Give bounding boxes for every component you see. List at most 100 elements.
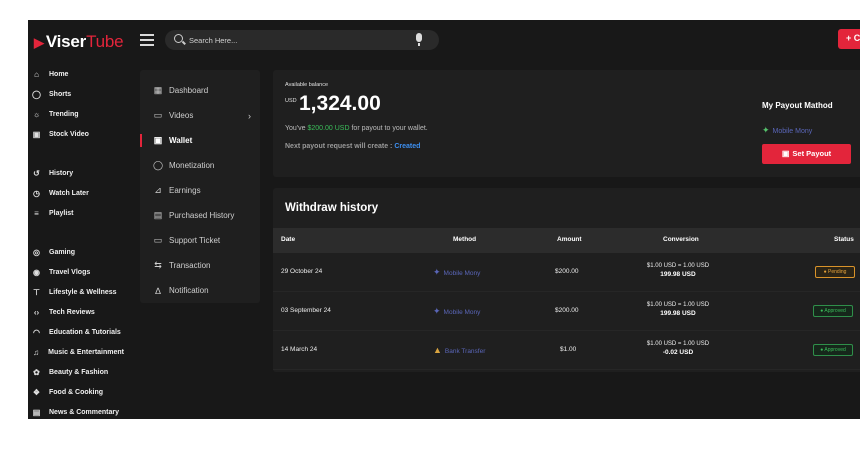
travel-icon: ◉ <box>33 267 40 277</box>
withdraw-history-title: Withdraw history <box>285 202 379 214</box>
payout-icon: ▣ <box>781 149 790 158</box>
submenu-item-notification[interactable]: ∆ Notification <box>140 278 260 303</box>
sidebar-item-beauty[interactable]: ✿ Beauty & Fashion <box>28 362 124 382</box>
shorts-icon: ◯ <box>32 89 41 99</box>
main-sidebar: ⌂ Home ◯ Shorts ☼ Trending ▣ Stock Video ↺ Hi… <box>28 64 124 419</box>
gaming-icon: ◎ <box>33 247 40 257</box>
sidebar-item-history[interactable]: ↺ History <box>28 163 124 183</box>
sidebar-item-label: News & Commentary <box>49 408 120 416</box>
payout-note-suffix: for payout to your wallet. <box>349 125 428 132</box>
submenu-item-earnings[interactable]: ⊿ Earnings <box>140 178 260 203</box>
sidebar-item-label: Watch Later <box>49 189 89 197</box>
table-row: 14 March 24 ▲ Bank Transfer $1.00 $1.00 U… <box>273 331 860 370</box>
balance-label: Available balance <box>285 82 329 88</box>
withdraw-history-card: Withdraw history Date Method Amount Conv… <box>273 188 860 372</box>
sidebar-item-gaming[interactable]: ◎ Gaming <box>28 242 124 262</box>
conversion-rate: $1.00 USD = 1.00 USD <box>646 341 710 347</box>
brand-logo[interactable]: ▶ ViserTube <box>34 32 124 52</box>
payout-note-prefix: You've <box>285 125 308 132</box>
submenu-item-wallet[interactable]: ▣ Wallet <box>140 128 260 153</box>
sidebar-item-education[interactable]: ◠ Education & Tutorials <box>28 322 124 342</box>
sidebar-item-lifestyle[interactable]: ⊤ Lifestyle & Wellness <box>28 282 124 302</box>
table-row: 29 October 24 ✦ Mobile Mony $200.00 $1.00… <box>273 253 860 292</box>
submenu-item-monetization[interactable]: ◯ Monetization <box>140 153 260 178</box>
table-row: 03 September 24 ✦ Mobile Mony $200.00 $1.… <box>273 292 860 331</box>
create-button[interactable]: + C <box>838 29 860 49</box>
sidebar-item-food[interactable]: ❖ Food & Cooking <box>28 382 124 402</box>
monetization-icon: ◯ <box>153 160 164 170</box>
table-header: Date Method Amount Conversion Status <box>273 228 860 253</box>
row-amount: $200.00 <box>555 307 579 314</box>
conversion-rate: $1.00 USD = 1.00 USD <box>646 302 710 308</box>
submenu-item-label: Transaction <box>169 261 211 270</box>
conversion-rate: $1.00 USD = 1.00 USD <box>646 263 710 269</box>
purchased-icon: ▤ <box>153 210 163 220</box>
row-date: 29 October 24 <box>281 268 323 275</box>
sidebar-item-news[interactable]: ▤ News & Commentary <box>28 402 124 419</box>
mobile-money-icon: ✦ <box>433 267 441 277</box>
column-header-conversion: Conversion <box>663 236 699 243</box>
submenu-item-label: Support Ticket <box>169 236 221 245</box>
status-badge: ● Approved <box>813 305 853 317</box>
earnings-icon: ⊿ <box>154 185 162 195</box>
row-method-label: Bank Transfer <box>444 348 486 355</box>
news-icon: ▤ <box>32 407 41 417</box>
payout-method-value: ✦ Mobile Mony <box>762 125 812 136</box>
submenu-item-label: Videos <box>169 111 194 120</box>
sidebar-item-home[interactable]: ⌂ Home <box>28 64 124 84</box>
row-date: 14 March 24 <box>281 346 318 353</box>
next-payout-label: Next payout request will create : <box>285 143 395 150</box>
sidebar-item-label: Education & Tutorials <box>49 328 121 336</box>
submenu-item-label: Purchased History <box>169 211 235 220</box>
row-method-label: Mobile Mony <box>443 309 481 316</box>
status-badge: ● Approved <box>813 344 853 356</box>
next-payout-info: Next payout request will create : Create… <box>285 143 420 150</box>
trending-icon: ☼ <box>32 109 41 119</box>
sidebar-item-shorts[interactable]: ◯ Shorts <box>28 84 124 104</box>
search-input[interactable] <box>189 33 429 47</box>
microphone-icon[interactable] <box>416 33 422 46</box>
sidebar-item-label: History <box>49 169 74 177</box>
studio-submenu: ▦ Dashboard ▭ Videos › ▣ Wallet ◯ Monetizatio… <box>140 70 260 303</box>
payout-note: You've $200.00 USD for payout to your wa… <box>285 125 428 132</box>
submenu-item-transaction[interactable]: ⇆ Transaction <box>140 253 260 278</box>
submenu-item-purchased-history[interactable]: ▤ Purchased History <box>140 203 260 228</box>
column-header-amount: Amount <box>557 236 582 243</box>
submenu-item-videos[interactable]: ▭ Videos › <box>140 103 260 128</box>
row-date: 03 September 24 <box>281 307 331 314</box>
status-label: Approved <box>824 347 846 353</box>
sidebar-item-label: Trending <box>49 110 79 118</box>
submenu-item-dashboard[interactable]: ▦ Dashboard <box>140 78 260 103</box>
column-header-date: Date <box>281 236 296 243</box>
history-icon: ↺ <box>33 168 40 178</box>
home-icon: ⌂ <box>34 69 39 79</box>
sidebar-item-watch-later[interactable]: ◷ Watch Later <box>28 183 124 203</box>
sidebar-item-music[interactable]: ♫ Music & Entertainment <box>28 342 124 362</box>
balance-amount: 1,324.00 <box>299 92 381 115</box>
balance-card: Available balance USD 1,324.00 You've $2… <box>273 70 860 177</box>
row-method: ✦ Mobile Mony <box>433 306 480 317</box>
mobile-money-icon: ✦ <box>433 306 441 316</box>
sidebar-item-tech-reviews[interactable]: ‹› Tech Reviews <box>28 302 124 322</box>
row-conversion: $1.00 USD = 1.00 USD 199.98 USD <box>628 302 728 317</box>
converted-amount: 199.98 USD <box>660 271 696 278</box>
search-icon[interactable] <box>174 34 183 43</box>
converted-amount: 199.98 USD <box>660 310 696 317</box>
play-logo-icon: ▶ <box>34 35 44 50</box>
row-method: ✦ Mobile Mony <box>433 267 480 278</box>
sidebar-item-travel-vlogs[interactable]: ◉ Travel Vlogs <box>28 262 124 282</box>
mobile-money-icon: ✦ <box>762 125 770 135</box>
sidebar-item-playlist[interactable]: ≡ Playlist <box>28 203 124 223</box>
set-payout-button[interactable]: ▣ Set Payout <box>762 144 851 164</box>
stock-video-icon: ▣ <box>32 129 41 139</box>
sidebar-item-label: Music & Entertainment <box>48 348 124 356</box>
sidebar-item-label: Home <box>49 70 69 78</box>
hamburger-menu-icon[interactable] <box>140 34 154 46</box>
set-payout-label: Set Payout <box>792 149 832 158</box>
column-header-status: Status <box>834 236 854 243</box>
sidebar-item-trending[interactable]: ☼ Trending <box>28 104 124 124</box>
payout-note-amount: $200.00 USD <box>307 125 350 132</box>
row-amount: $200.00 <box>555 268 579 275</box>
submenu-item-support-ticket[interactable]: ▭ Support Ticket <box>140 228 260 253</box>
sidebar-item-stock-video[interactable]: ▣ Stock Video <box>28 124 124 144</box>
